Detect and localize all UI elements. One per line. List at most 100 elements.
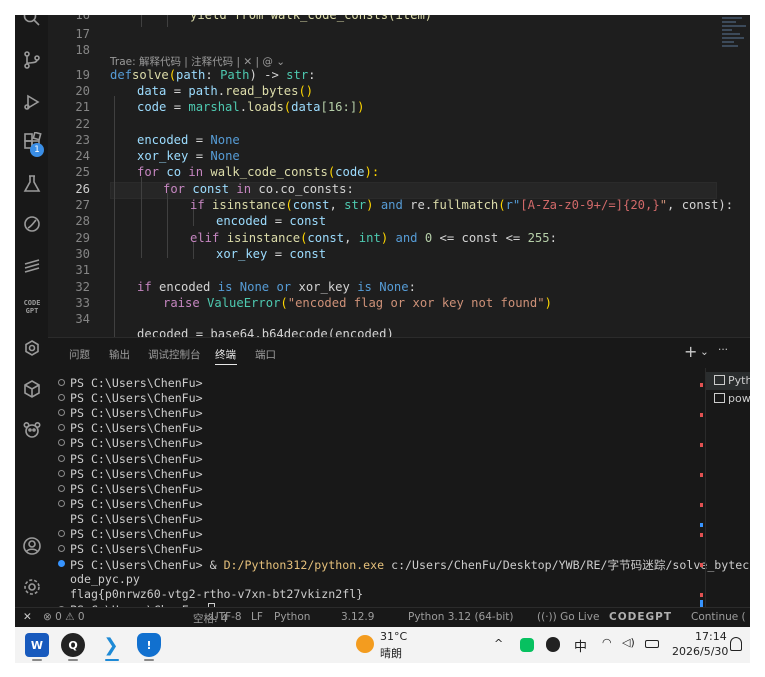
line-number: 29 <box>75 231 90 245</box>
command-decoration-icon[interactable] <box>58 439 65 447</box>
panda-icon[interactable] <box>21 419 43 441</box>
tab-problems[interactable]: 问题 <box>69 347 90 362</box>
weather-temperature[interactable]: 31°C <box>380 630 407 643</box>
command-decoration-icon[interactable] <box>58 530 65 537</box>
tray-overflow-icon[interactable]: ^ <box>494 637 503 650</box>
search-icon[interactable] <box>21 15 43 29</box>
codegpt-sidebar-icon[interactable]: CODE GPT <box>20 299 44 315</box>
qq-app-icon[interactable]: Q <box>61 633 85 657</box>
code-editor[interactable]: 16 17 18 19 20 21 22 23 24 25 26 27 28 29 30 31 32 33 34 y… <box>48 15 750 337</box>
command-decoration-icon[interactable] <box>58 560 65 568</box>
code-token: None <box>210 149 240 163</box>
terminal-item-python[interactable]: Pytho <box>706 372 750 390</box>
line-number: 24 <box>75 149 90 163</box>
word-app-icon[interactable]: W <box>25 633 49 657</box>
encoding-status[interactable]: UTF-8 <box>211 611 242 623</box>
code-line-25: for co in walk_code_consts(code): <box>137 165 379 179</box>
code-line-35: decoded = base64.b64decode(encoded) <box>137 327 394 337</box>
tab-ports[interactable]: 端口 <box>255 347 276 362</box>
line-number: 33 <box>75 296 90 310</box>
status-bar: ✕ ⊗ 0 ⚠ 0 空格: 4 UTF-8 LF Python 3.12.9 P… <box>15 607 750 627</box>
line-number: 31 <box>75 263 90 277</box>
terminal-item-label: Pytho <box>728 374 750 387</box>
code-token: ( <box>168 68 177 82</box>
clock-time[interactable]: 17:14 <box>695 630 727 643</box>
code-token: read_bytes <box>225 84 299 98</box>
interpreter-status[interactable]: Python 3.12 (64-bit) <box>408 611 514 623</box>
code-line-30: xor_key = const <box>216 247 326 261</box>
volume-icon[interactable]: ◁) <box>622 636 635 649</box>
notification-bell-icon[interactable] <box>730 637 742 651</box>
package-box-icon[interactable] <box>21 378 43 400</box>
battery-icon[interactable] <box>645 640 659 648</box>
code-token: encoded <box>137 133 189 147</box>
command-decoration-icon[interactable] <box>58 545 65 553</box>
line-number: 28 <box>75 214 90 228</box>
account-icon[interactable] <box>21 535 43 557</box>
tab-debug-console[interactable]: 调试控制台 <box>148 347 201 362</box>
command-decoration-icon[interactable] <box>58 454 65 462</box>
minimap[interactable] <box>722 15 750 75</box>
code-line-28: encoded = const <box>216 214 326 228</box>
code-token: , const): <box>667 198 734 212</box>
code-token: yield from walk_code_consts(item) <box>190 15 433 22</box>
vscode-app-icon[interactable]: ❯ <box>99 633 123 657</box>
terminal-text: flag{p0nrwz60-vtg2-rtho-v7xn-bt27vkizn2f… <box>70 587 364 602</box>
code-token: if <box>137 280 152 294</box>
ime-indicator[interactable]: 中 <box>574 636 587 655</box>
code-token: path <box>176 68 206 82</box>
leaf-extension-icon[interactable] <box>21 213 43 235</box>
code-token: = <box>267 214 290 228</box>
stack-extension-icon[interactable] <box>21 255 43 277</box>
run-debug-icon[interactable] <box>21 91 43 113</box>
code-token: code <box>137 100 167 114</box>
terminal-item-powershell[interactable]: powe <box>714 392 750 405</box>
indent-guide <box>167 193 168 258</box>
command-decoration-icon[interactable] <box>58 469 65 477</box>
testing-flask-icon[interactable] <box>21 173 43 195</box>
continue-status[interactable]: Continue ( <box>691 611 746 623</box>
eol-status[interactable]: LF <box>251 611 263 623</box>
code-token: str <box>286 68 309 82</box>
more-actions-button[interactable]: ··· <box>718 344 728 356</box>
tab-terminal[interactable]: 终端 <box>215 347 236 362</box>
golive-status[interactable]: ((·)) Go Live <box>537 611 599 623</box>
tab-output[interactable]: 输出 <box>109 347 130 362</box>
python-version-status[interactable]: 3.12.9 <box>341 611 374 623</box>
qq-tray-icon[interactable] <box>546 637 560 652</box>
code-token: ) <box>357 100 365 114</box>
code-token: for <box>163 182 186 196</box>
code-token: , <box>329 198 345 212</box>
indent-guide <box>167 15 168 27</box>
defender-app-icon[interactable]: ! <box>137 633 161 657</box>
command-decoration-icon[interactable] <box>58 499 65 507</box>
command-decoration-icon[interactable] <box>58 409 65 417</box>
chevron-down-icon[interactable]: ⌄ <box>700 346 709 358</box>
command-decoration-icon[interactable] <box>58 424 65 432</box>
wifi-icon[interactable]: ◠ <box>602 636 612 649</box>
terminal-icon <box>714 393 725 403</box>
remote-icon[interactable]: ✕ <box>23 611 32 623</box>
chatgpt-icon[interactable] <box>21 337 43 359</box>
trae-codelens[interactable]: Trae: 解释代码 | 注释代码 | ✕ | @ ⌄ <box>110 54 285 69</box>
codegpt-status[interactable]: CODEGPT <box>609 611 672 623</box>
problems-status[interactable]: ⊗ 0 ⚠ 0 <box>43 611 85 623</box>
code-token: () <box>298 84 314 98</box>
language-status[interactable]: Python <box>274 611 310 623</box>
wechat-tray-icon[interactable] <box>520 638 534 652</box>
command-decoration-icon[interactable] <box>58 394 65 402</box>
code-token: in <box>236 182 252 196</box>
code-token: code <box>335 165 365 179</box>
weather-description[interactable]: 晴朗 <box>380 645 402 661</box>
command-decoration-icon[interactable] <box>58 484 65 492</box>
command-decoration-icon[interactable] <box>58 379 65 386</box>
settings-gear-icon[interactable] <box>21 576 43 598</box>
source-control-icon[interactable] <box>21 49 43 71</box>
code-token: ) <box>544 296 552 310</box>
clock-date[interactable]: 2026/5/30 <box>672 645 728 658</box>
golive-label: Go Live <box>560 611 600 623</box>
new-terminal-button[interactable]: + <box>684 342 697 361</box>
code-line-27: if isinstance(const, str) and re.fullmat… <box>190 198 733 212</box>
vscode-window: 1 CODE GPT 16 17 18 19 20 21 22 23 24 25 26 27 28 29 3… <box>15 15 750 663</box>
